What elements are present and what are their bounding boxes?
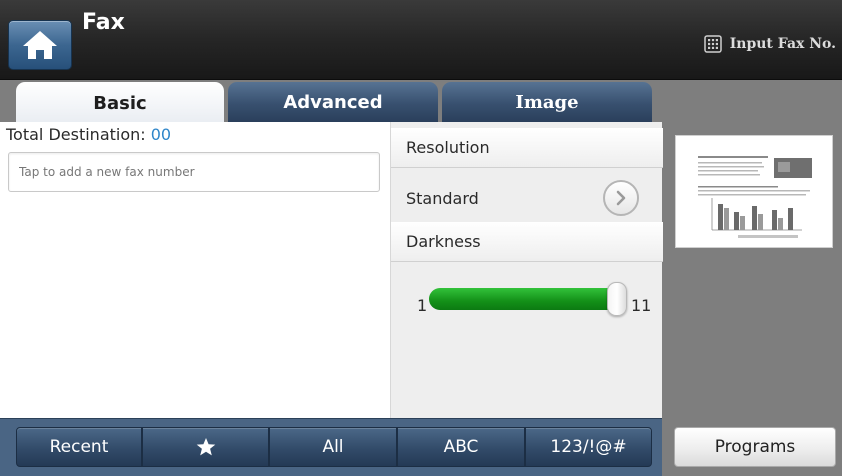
total-destination-label: Total Destination:	[6, 125, 151, 144]
programs-button[interactable]: Programs	[674, 427, 836, 467]
darkness-header: Darkness	[391, 222, 663, 262]
tab-advanced[interactable]: Advanced	[228, 82, 438, 122]
home-icon	[23, 31, 57, 59]
destination-panel: Total Destination: 00	[0, 122, 390, 418]
settings-panel: Resolution Standard Darkness 1 11	[390, 122, 663, 418]
chevron-right-icon	[616, 190, 626, 206]
recent-button[interactable]: Recent	[16, 427, 142, 467]
total-destination: Total Destination: 00	[6, 125, 171, 144]
darkness-slider-track[interactable]	[429, 288, 625, 310]
abc-button[interactable]: ABC	[397, 427, 525, 467]
darkness-slider-fill	[429, 288, 625, 310]
total-destination-count: 00	[150, 125, 172, 144]
darkness-slider-thumb[interactable]	[607, 282, 627, 316]
document-preview-thumbnail[interactable]	[675, 135, 833, 248]
fax-number-input[interactable]	[8, 152, 380, 192]
all-button[interactable]: All	[269, 427, 397, 467]
resolution-next-button[interactable]	[603, 180, 639, 216]
page-title: Fax	[82, 10, 125, 35]
star-icon	[196, 438, 215, 456]
tab-basic[interactable]: Basic	[16, 82, 224, 124]
preview-panel	[662, 80, 842, 476]
darkness-min-label: 1	[417, 296, 428, 315]
input-fax-label: Input Fax No.	[729, 36, 836, 52]
input-fax-number-button[interactable]: Input Fax No.	[703, 32, 836, 56]
header-bar: Fax Input Fax No.	[0, 0, 842, 80]
darkness-max-label: 11	[631, 296, 652, 315]
tab-image[interactable]: Image	[442, 82, 652, 122]
keypad-icon	[703, 35, 722, 53]
favorites-button[interactable]	[142, 427, 269, 467]
home-button[interactable]	[8, 20, 72, 70]
numbers-symbols-button[interactable]: 123/!@#	[525, 427, 652, 467]
resolution-header: Resolution	[391, 128, 663, 168]
document-preview-image	[698, 156, 812, 238]
